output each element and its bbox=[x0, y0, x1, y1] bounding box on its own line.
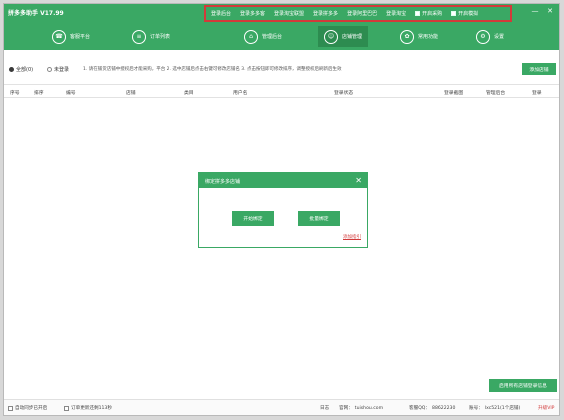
column-header[interactable]: 登录状态 bbox=[334, 89, 353, 96]
main-nav: ☎ 客服平台 ≡ 订单列表 ⌂ 管理后台 ☺ 店铺管理 ✿ 常用功能 ⚙ 设置 bbox=[4, 24, 559, 50]
column-header[interactable]: 编号 bbox=[66, 89, 76, 96]
nav-customer-service[interactable]: ☎ 客服平台 bbox=[46, 26, 96, 47]
minimize-button[interactable]: — bbox=[530, 7, 540, 15]
column-header[interactable]: 排序 bbox=[34, 89, 44, 96]
column-header[interactable]: 登录 bbox=[532, 89, 542, 96]
quicklink-taobao[interactable]: 登录淘宝 bbox=[386, 10, 406, 17]
dialog-close-icon[interactable]: ✕ bbox=[355, 176, 362, 185]
order-update-checkbox[interactable]: 订单更新还剩113秒 bbox=[64, 405, 112, 411]
batch-bind-button[interactable]: 批量绑定 bbox=[298, 211, 340, 226]
bind-store-dialog: 绑定拼多多店铺 ✕ 开始绑定 批量绑定 添加指引 bbox=[198, 172, 368, 248]
list-icon: ≡ bbox=[132, 29, 146, 44]
dialog-header: 绑定拼多多店铺 ✕ bbox=[199, 173, 367, 188]
column-header[interactable]: 登录截图 bbox=[444, 89, 463, 96]
nav-common-functions[interactable]: ✿ 常用功能 bbox=[394, 26, 444, 47]
column-header[interactable]: 店铺 bbox=[126, 89, 136, 96]
shopping-icon: ⌂ bbox=[244, 29, 258, 44]
filter-all-radio[interactable]: 全部(0) bbox=[9, 66, 33, 73]
status-bar: 自动同步已开启 订单更新还剩113秒 日志 官网： tuishou.com 客服Q… bbox=[4, 399, 559, 415]
quicklink-backend[interactable]: 登录后台 bbox=[211, 10, 231, 17]
user-icon: ☺ bbox=[324, 29, 338, 44]
app-title: 拼多多助手 V17.99 bbox=[8, 10, 64, 17]
settings-icon: ✿ bbox=[400, 29, 414, 44]
enable-simulate-checkbox[interactable]: 开启模拟 bbox=[451, 10, 478, 17]
sync-login-info-button[interactable]: 启用所有店铺登录信息 bbox=[489, 379, 557, 392]
nav-settings[interactable]: ⚙ 设置 bbox=[470, 26, 510, 47]
checkbox-icon bbox=[451, 11, 457, 16]
quicklink-duoduoke[interactable]: 登录多多客 bbox=[240, 10, 265, 17]
quicklink-taobao-union[interactable]: 登录淘宝联盟 bbox=[274, 10, 304, 17]
add-store-button[interactable]: 添加店铺 bbox=[522, 63, 556, 75]
auto-sync-checkbox[interactable]: 自动同步已开启 bbox=[8, 405, 47, 411]
dialog-title: 绑定拼多多店铺 bbox=[205, 179, 241, 185]
title-bar: 拼多多助手 V17.99 登录后台 登录多多客 登录淘宝联盟 登录拼多多 登录阿… bbox=[4, 4, 559, 24]
customer-qq-info: 客服QQ： 88622230 bbox=[409, 405, 456, 412]
upgrade-vip-link[interactable]: 升级VIP bbox=[538, 405, 554, 411]
radio-icon bbox=[9, 67, 14, 72]
quick-links-bar: 登录后台 登录多多客 登录淘宝联盟 登录拼多多 登录阿里巴巴 登录淘宝 开启采购… bbox=[204, 5, 512, 22]
filter-toolbar: 全部(0) 未登录 1. 请在铺货店铺中授权后才能采购，平台 2. 选中店铺后点… bbox=[4, 59, 559, 85]
store-table-header: 序号 排序 编号 店铺 类目 用户名 登录状态 登录截图 管理后台 登录 bbox=[4, 84, 559, 98]
column-header[interactable]: 用户名 bbox=[233, 89, 247, 96]
checkbox-icon bbox=[64, 405, 69, 411]
column-header[interactable]: 管理后台 bbox=[486, 89, 505, 96]
start-bind-button[interactable]: 开始绑定 bbox=[232, 211, 274, 226]
usage-hint: 1. 请在铺货店铺中授权后才能采购，平台 2. 选中店铺后点击右键可修改店铺名 … bbox=[83, 67, 342, 72]
radio-icon bbox=[47, 67, 52, 72]
quicklink-pinduoduo[interactable]: 登录拼多多 bbox=[313, 10, 338, 17]
account-info: 账号： lxc521(1个店铺) bbox=[469, 406, 521, 411]
checkbox-icon bbox=[415, 11, 421, 16]
quicklink-alibaba[interactable]: 登录阿里巴巴 bbox=[347, 10, 377, 17]
nav-admin[interactable]: ⌂ 管理后台 bbox=[238, 26, 288, 47]
gear-icon: ⚙ bbox=[476, 29, 490, 44]
checkbox-icon bbox=[8, 405, 13, 411]
nav-store-management[interactable]: ☺ 店铺管理 bbox=[318, 26, 369, 47]
headset-icon: ☎ bbox=[52, 29, 66, 44]
add-guide-link[interactable]: 添加指引 bbox=[343, 234, 361, 240]
filter-unlogged-radio[interactable]: 未登录 bbox=[47, 66, 69, 73]
column-header[interactable]: 序号 bbox=[10, 89, 20, 96]
column-header[interactable]: 类目 bbox=[184, 89, 194, 96]
enable-purchase-checkbox[interactable]: 开启采购 bbox=[415, 10, 442, 17]
main-window: 拼多多助手 V17.99 登录后台 登录多多客 登录淘宝联盟 登录拼多多 登录阿… bbox=[3, 3, 560, 416]
log-link[interactable]: 日志 bbox=[320, 405, 329, 411]
close-button[interactable]: ✕ bbox=[545, 7, 555, 15]
website-info: 官网： tuishou.com bbox=[339, 405, 384, 412]
nav-order-list[interactable]: ≡ 订单列表 bbox=[126, 26, 176, 47]
